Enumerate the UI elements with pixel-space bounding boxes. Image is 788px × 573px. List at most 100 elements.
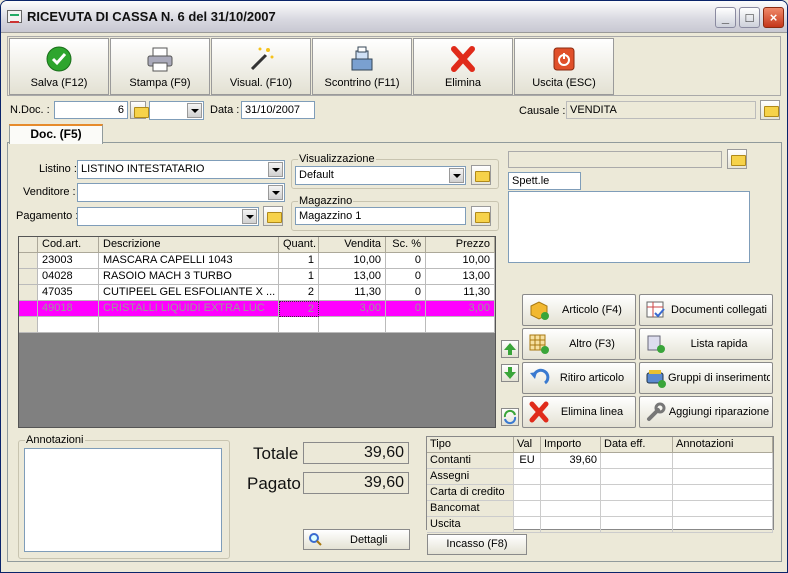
cell-price: 13,00 bbox=[426, 269, 495, 285]
ritiro-button[interactable]: Ritiro articolo bbox=[522, 362, 636, 394]
cell-sale: 13,00 bbox=[319, 269, 386, 285]
payment-date[interactable] bbox=[601, 517, 673, 533]
main-window: RICEVUTA DI CASSA N. 6 del 31/10/2007 _ … bbox=[0, 0, 788, 573]
payment-currency bbox=[514, 501, 541, 517]
gruppi-button[interactable]: Gruppi di inserimento bbox=[639, 362, 773, 394]
articolo-button[interactable]: Articolo (F4) bbox=[522, 294, 636, 326]
receipt-button[interactable]: Scontrino (F11) bbox=[312, 38, 412, 95]
address-textarea[interactable] bbox=[508, 191, 750, 263]
payment-amount[interactable]: 39,60 bbox=[541, 453, 601, 469]
table-row-empty[interactable] bbox=[19, 317, 495, 333]
payment-notes[interactable] bbox=[673, 453, 773, 469]
print-button[interactable]: Stampa (F9) bbox=[110, 38, 210, 95]
row-selector[interactable] bbox=[19, 285, 38, 301]
articles-grid[interactable]: Cod.art. Descrizione Quant. Vendita Sc. … bbox=[18, 236, 496, 428]
print-label: Stampa (F9) bbox=[129, 77, 191, 89]
maximize-button[interactable]: □ bbox=[739, 7, 760, 28]
payment-notes[interactable] bbox=[673, 485, 773, 501]
payment-notes[interactable] bbox=[673, 469, 773, 485]
payment-date[interactable] bbox=[601, 453, 673, 469]
payment-amount[interactable] bbox=[541, 501, 601, 517]
ndoc-series-select[interactable] bbox=[149, 101, 204, 120]
row-selector[interactable] bbox=[19, 253, 38, 269]
annotazioni-textarea[interactable] bbox=[24, 448, 222, 552]
payment-amount[interactable] bbox=[541, 469, 601, 485]
payment-date[interactable] bbox=[601, 501, 673, 517]
tab-doc[interactable]: Doc. (F5) bbox=[9, 124, 103, 144]
table-row[interactable]: 23003 MASCARA CAPELLI 1043 1 10,00 0 10,… bbox=[19, 253, 495, 269]
payment-row[interactable]: Bancomat bbox=[427, 501, 773, 517]
app-icon bbox=[7, 10, 22, 23]
magazzino-field[interactable]: Magazzino 1 bbox=[295, 207, 466, 225]
payment-row[interactable]: Contanti EU 39,60 bbox=[427, 453, 773, 469]
altro-button[interactable]: Altro (F3) bbox=[522, 328, 636, 360]
payment-row[interactable]: Uscita bbox=[427, 517, 773, 533]
payment-date[interactable] bbox=[601, 485, 673, 501]
delete-button[interactable]: Elimina bbox=[413, 38, 513, 95]
listino-select[interactable]: LISTINO INTESTATARIO bbox=[77, 160, 285, 179]
group-add-icon bbox=[646, 370, 666, 388]
undo-arrow-icon bbox=[530, 368, 550, 385]
dettagli-button[interactable]: Dettagli bbox=[303, 529, 410, 550]
grid-header-row: Cod.art. Descrizione Quant. Vendita Sc. … bbox=[19, 237, 495, 253]
elimina-linea-button[interactable]: Elimina linea bbox=[522, 396, 636, 428]
causale-field: VENDITA bbox=[566, 101, 756, 119]
payment-row[interactable]: Assegni bbox=[427, 469, 773, 485]
ndoc-suffix-button[interactable] bbox=[130, 101, 149, 119]
cell-description: CRISTALLI LIQUIDI EXTRA LUC bbox=[99, 301, 279, 317]
pagamento-folder-icon[interactable] bbox=[263, 206, 283, 226]
spett-field[interactable]: Spett.le bbox=[508, 172, 581, 190]
row-selector[interactable] bbox=[19, 269, 38, 285]
data-label: Data : bbox=[210, 104, 240, 116]
cell-description bbox=[99, 317, 279, 333]
payment-row[interactable]: Carta di credito bbox=[427, 485, 773, 501]
row-selector[interactable] bbox=[19, 317, 38, 333]
date-input[interactable]: 31/10/2007 bbox=[241, 101, 315, 119]
magazzino-folder-icon[interactable] bbox=[471, 206, 491, 226]
box-add-icon bbox=[530, 301, 549, 320]
client-folder-icon[interactable] bbox=[727, 149, 747, 169]
documenti-button[interactable]: Documenti collegati bbox=[639, 294, 773, 326]
lista-rapida-button[interactable]: Lista rapida bbox=[639, 328, 773, 360]
cell-price: 10,00 bbox=[426, 253, 495, 269]
magazzino-label: Magazzino bbox=[298, 195, 354, 207]
venditore-select[interactable] bbox=[77, 183, 285, 202]
payment-date[interactable] bbox=[601, 469, 673, 485]
close-button[interactable]: × bbox=[763, 7, 784, 28]
ndoc-input[interactable]: 6 bbox=[54, 101, 128, 119]
visualizzazione-select[interactable]: Default bbox=[295, 166, 466, 185]
row-selector[interactable] bbox=[19, 301, 38, 317]
move-down-button[interactable] bbox=[501, 364, 519, 382]
payment-notes[interactable] bbox=[673, 517, 773, 533]
riparazione-button[interactable]: Aggiungi riparazione bbox=[639, 396, 773, 428]
payment-currency: EU bbox=[514, 453, 541, 469]
refresh-button[interactable] bbox=[501, 408, 519, 426]
visualizzazione-folder-icon[interactable] bbox=[471, 165, 491, 185]
exit-button[interactable]: Uscita (ESC) bbox=[514, 38, 614, 95]
payment-type: Assegni bbox=[427, 469, 514, 485]
causale-label: Causale : bbox=[519, 105, 566, 117]
cell-code: 23003 bbox=[38, 253, 99, 269]
payments-grid[interactable]: Tipo Val Importo Data eff. Annotazioni C… bbox=[426, 436, 774, 533]
payment-type: Uscita bbox=[427, 517, 514, 533]
save-button[interactable]: Salva (F12) bbox=[9, 38, 109, 95]
grid-header: Descrizione bbox=[99, 237, 279, 253]
altro-label: Altro (F3) bbox=[569, 338, 615, 350]
cell-quantity[interactable]: 2 bbox=[279, 301, 319, 317]
incasso-button[interactable]: Incasso (F8) bbox=[427, 534, 527, 555]
annotazioni-label: Annotazioni bbox=[25, 434, 85, 446]
table-row[interactable]: 47035 CUTIPEEL GEL ESFOLIANTE X ... 2 11… bbox=[19, 285, 495, 301]
cell-code: 04028 bbox=[38, 269, 99, 285]
grid-header: Vendita bbox=[319, 237, 386, 253]
preview-button[interactable]: Visual. (F10) bbox=[211, 38, 311, 95]
minimize-button[interactable]: _ bbox=[715, 7, 736, 28]
move-up-button[interactable] bbox=[501, 340, 519, 358]
table-row-selected[interactable]: 49018 CRISTALLI LIQUIDI EXTRA LUC 2 3,00… bbox=[19, 301, 495, 317]
arrow-up-icon bbox=[504, 343, 516, 355]
table-row[interactable]: 04028 RASOIO MACH 3 TURBO 1 13,00 0 13,0… bbox=[19, 269, 495, 285]
pagamento-select[interactable] bbox=[77, 207, 259, 226]
folder-icon[interactable] bbox=[760, 100, 780, 120]
payment-amount[interactable] bbox=[541, 485, 601, 501]
payment-amount[interactable] bbox=[541, 517, 601, 533]
payment-notes[interactable] bbox=[673, 501, 773, 517]
